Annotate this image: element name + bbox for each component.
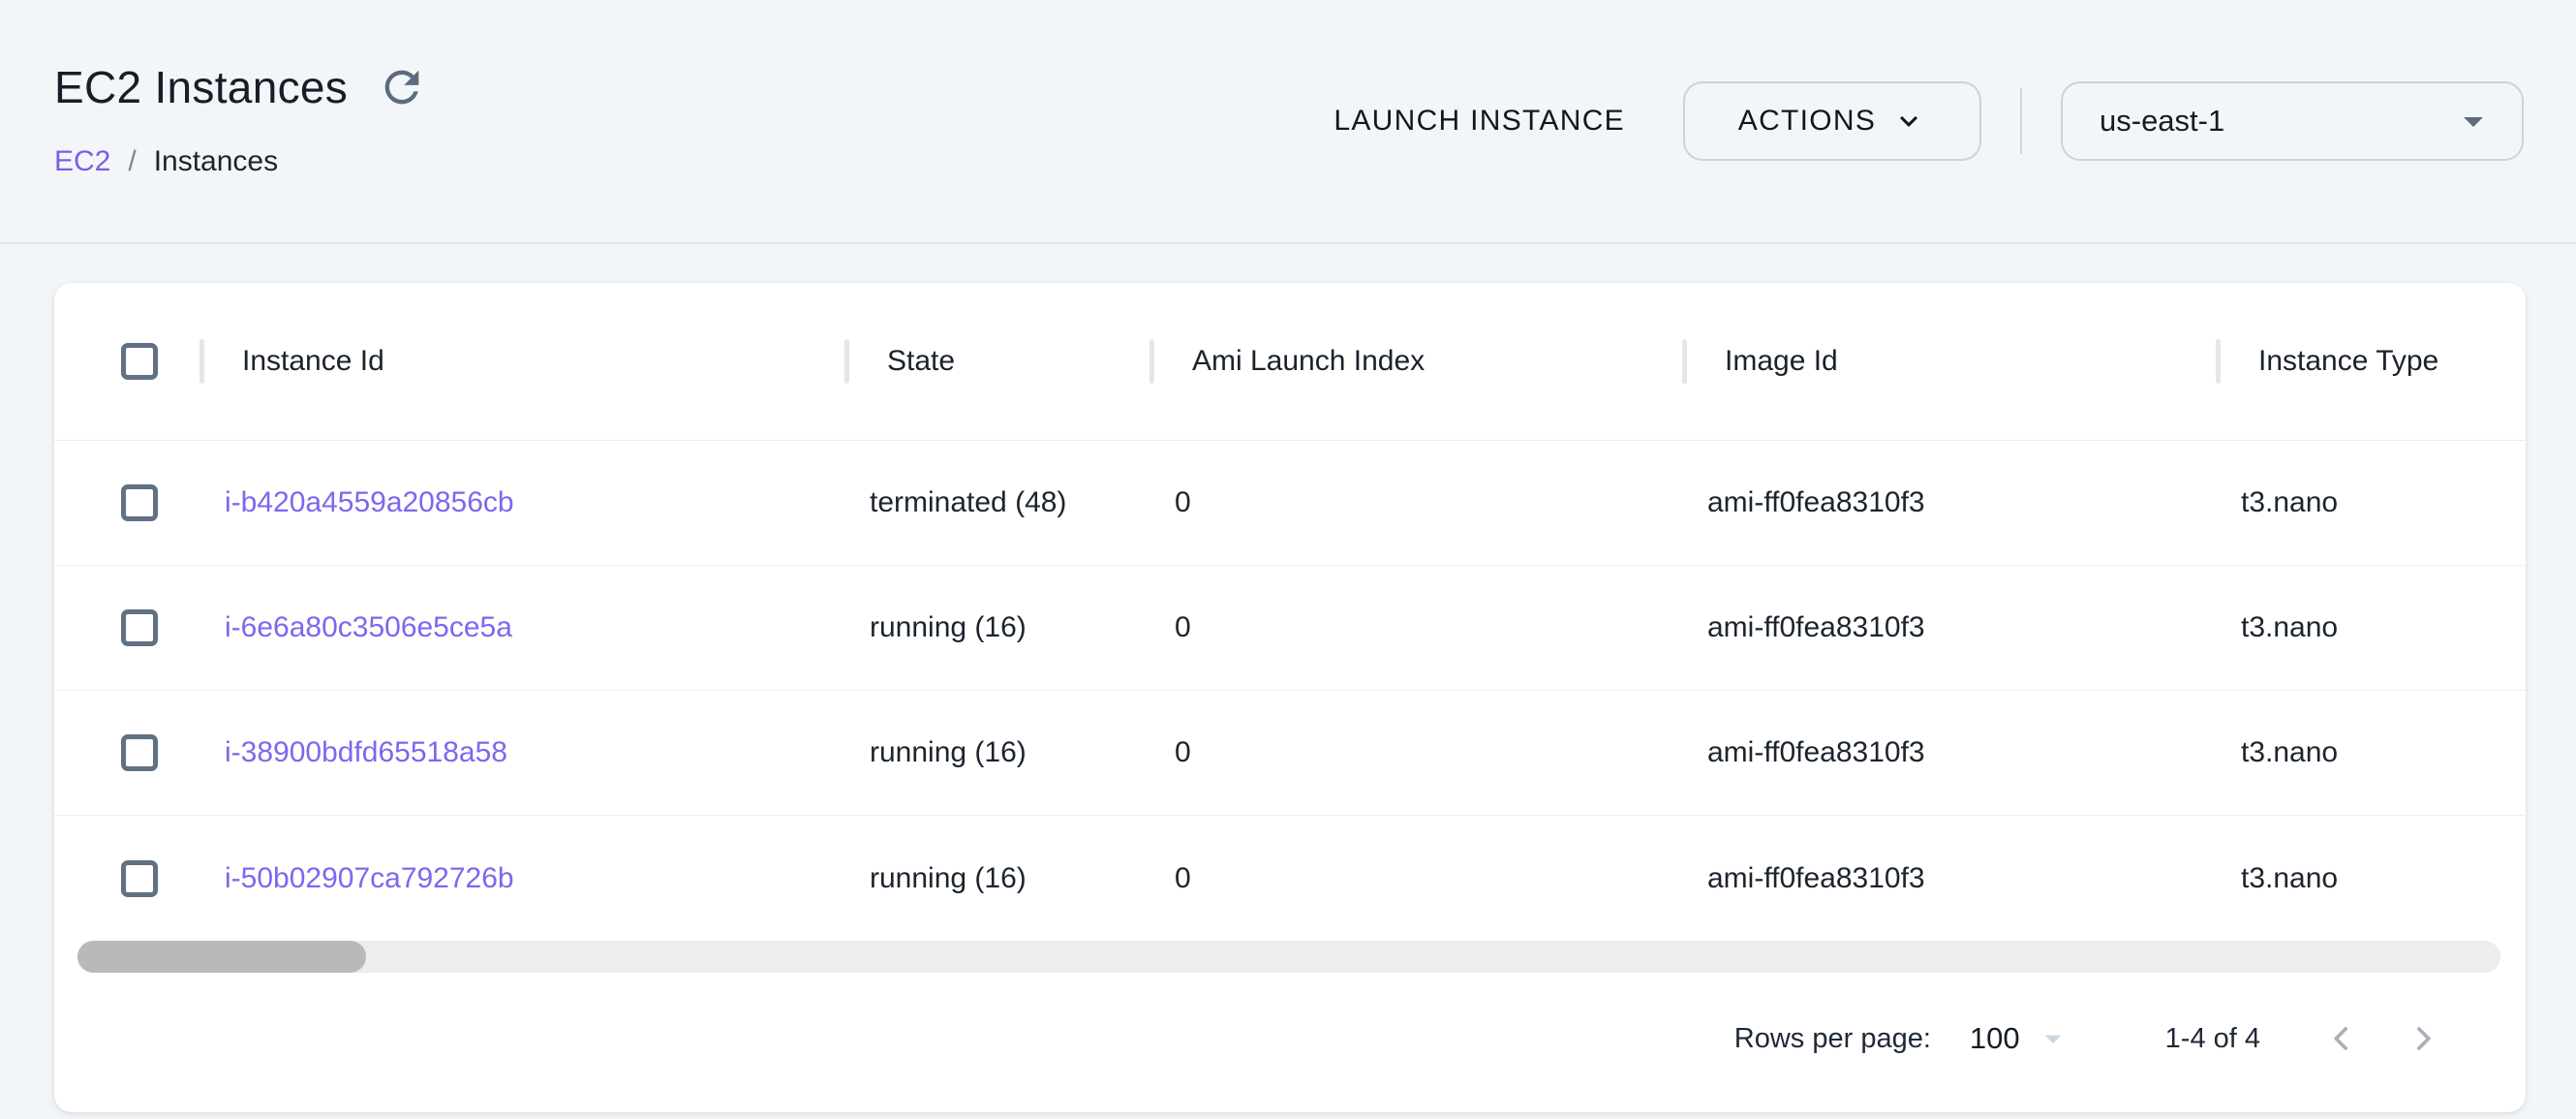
rows-per-page-value: 100: [1970, 1021, 2020, 1056]
table-header-row: Instance Id State Ami Launch Index Image…: [54, 283, 2526, 441]
instance-id-link[interactable]: i-6e6a80c3506e5ce5a: [225, 611, 512, 643]
instance-type-cell: t3.nano: [2218, 736, 2526, 769]
chevron-right-icon: [2404, 1019, 2442, 1058]
breadcrumb-separator: /: [128, 145, 136, 178]
column-header-state[interactable]: State: [846, 283, 1151, 440]
header-divider: [2020, 88, 2022, 154]
refresh-button[interactable]: [375, 60, 429, 114]
image-id-cell: ami-ff0fea8310f3: [1684, 736, 2218, 769]
horizontal-scrollbar-thumb[interactable]: [77, 941, 366, 973]
select-all-checkbox[interactable]: [121, 343, 158, 380]
instance-id-link[interactable]: i-50b02907ca792726b: [225, 862, 514, 894]
breadcrumb-current: Instances: [154, 145, 278, 178]
actions-button[interactable]: ACTIONS: [1683, 81, 1981, 161]
row-checkbox-cell: [54, 691, 201, 815]
breadcrumb: EC2 / Instances: [54, 145, 278, 178]
launch-instance-button[interactable]: LAUNCH INSTANCE: [1324, 105, 1635, 138]
rows-per-page-select[interactable]: 100: [1970, 1019, 2072, 1058]
page-title: EC2 Instances: [54, 60, 429, 114]
ami-launch-index-cell: 0: [1151, 736, 1684, 769]
ami-launch-index-cell: 0: [1151, 486, 1684, 519]
ami-launch-index-cell: 0: [1151, 862, 1684, 895]
column-header-image-id[interactable]: Image Id: [1684, 283, 2218, 440]
actions-button-label: ACTIONS: [1738, 105, 1876, 138]
previous-page-button[interactable]: [2316, 1013, 2367, 1064]
instance-type-cell: t3.nano: [2218, 862, 2526, 895]
arrow-drop-down-icon: [2450, 98, 2497, 144]
state-cell: terminated (48): [846, 486, 1151, 519]
row-checkbox-cell: [54, 441, 201, 565]
table-pagination-footer: Rows per page: 100 1-4 of 4: [54, 1005, 2448, 1072]
table-row[interactable]: i-50b02907ca792726b running (16) 0 ami-f…: [54, 816, 2526, 941]
rows-per-page-label: Rows per page:: [1734, 1023, 1931, 1055]
next-page-button[interactable]: [2398, 1013, 2448, 1064]
table-body: i-b420a4559a20856cb terminated (48) 0 am…: [54, 441, 2526, 941]
table-row[interactable]: i-b420a4559a20856cb terminated (48) 0 am…: [54, 441, 2526, 566]
image-id-cell: ami-ff0fea8310f3: [1684, 611, 2218, 644]
column-header-instance-id[interactable]: Instance Id: [201, 283, 846, 440]
arrow-drop-down-icon: [2034, 1019, 2072, 1058]
region-select-value: us-east-1: [2100, 104, 2450, 139]
row-checkbox[interactable]: [121, 609, 158, 646]
instance-id-link[interactable]: i-38900bdfd65518a58: [225, 736, 507, 768]
header-rule: [0, 242, 2576, 244]
instance-type-cell: t3.nano: [2218, 611, 2526, 644]
row-checkbox[interactable]: [121, 860, 158, 897]
instance-type-cell: t3.nano: [2218, 486, 2526, 519]
row-checkbox[interactable]: [121, 734, 158, 771]
table-row[interactable]: i-38900bdfd65518a58 running (16) 0 ami-f…: [54, 691, 2526, 816]
column-header-ami-launch-index[interactable]: Ami Launch Index: [1151, 283, 1684, 440]
state-cell: running (16): [846, 611, 1151, 644]
header-actions: LAUNCH INSTANCE ACTIONS us-east-1: [1324, 81, 2524, 161]
chevron-down-icon: [1891, 104, 1926, 139]
region-select[interactable]: us-east-1: [2061, 81, 2524, 161]
table-row[interactable]: i-6e6a80c3506e5ce5a running (16) 0 ami-f…: [54, 566, 2526, 691]
pagination-range-label: 1-4 of 4: [2165, 1023, 2260, 1055]
state-cell: running (16): [846, 736, 1151, 769]
ami-launch-index-cell: 0: [1151, 611, 1684, 644]
image-id-cell: ami-ff0fea8310f3: [1684, 862, 2218, 895]
instance-id-link[interactable]: i-b420a4559a20856cb: [225, 486, 514, 518]
instances-table-card: Instance Id State Ami Launch Index Image…: [54, 283, 2526, 1112]
header-checkbox-cell: [54, 283, 201, 440]
image-id-cell: ami-ff0fea8310f3: [1684, 486, 2218, 519]
page-title-text: EC2 Instances: [54, 61, 348, 113]
horizontal-scrollbar-track[interactable]: [77, 941, 2500, 973]
chevron-left-icon: [2322, 1019, 2361, 1058]
row-checkbox-cell: [54, 566, 201, 690]
ec2-instances-page: EC2 Instances EC2 / Instances LAUNCH INS…: [0, 0, 2576, 1119]
row-checkbox-cell: [54, 816, 201, 941]
state-cell: running (16): [846, 862, 1151, 895]
row-checkbox[interactable]: [121, 484, 158, 521]
breadcrumb-ec2-link[interactable]: EC2: [54, 145, 110, 178]
column-header-instance-type[interactable]: Instance Type: [2218, 283, 2526, 440]
refresh-icon: [377, 62, 427, 112]
